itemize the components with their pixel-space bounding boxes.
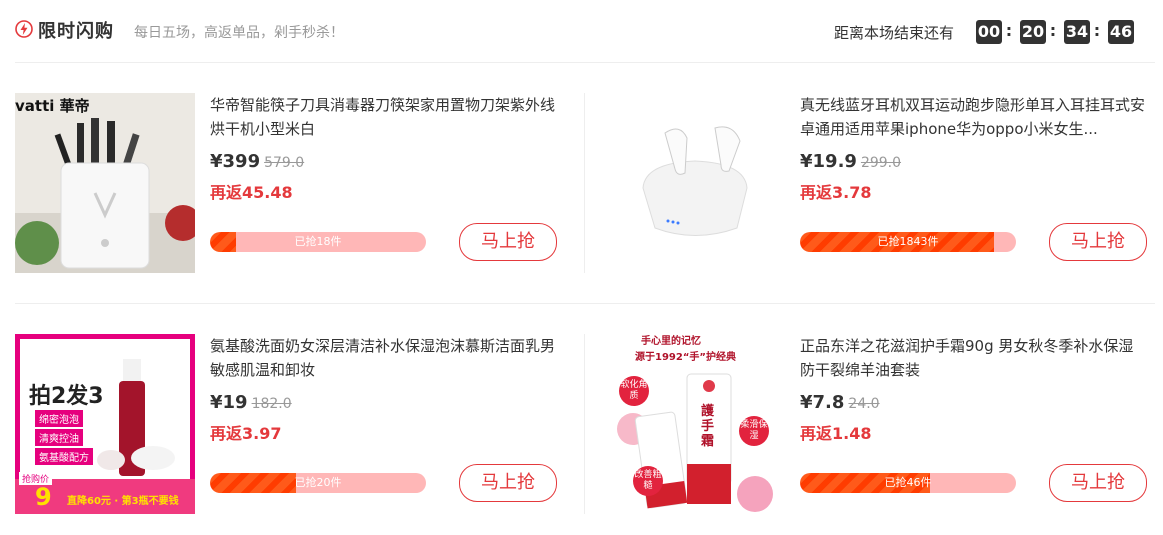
product-price: ¥19.9 299.0 xyxy=(800,151,901,172)
countdown-separator: : xyxy=(1093,21,1101,40)
product-card[interactable]: 真无线蓝牙耳机双耳运动跑步隐形单耳入耳挂耳式安卓通用适用苹果iphone华为op… xyxy=(605,93,1163,275)
product-price: ¥19 182.0 xyxy=(210,392,292,413)
countdown-label: 距离本场结束还有 xyxy=(834,24,955,42)
promo-bottom-text: 直降60元 · 第3瓶不要钱 xyxy=(67,496,179,507)
sold-count: 已抢20件 xyxy=(294,476,342,489)
product-price: ¥7.8 24.0 xyxy=(800,392,880,413)
product-name[interactable]: 真无线蓝牙耳机双耳运动跑步隐形单耳入耳挂耳式安卓通用适用苹果iphone华为op… xyxy=(800,93,1145,141)
rebate-amount: 再返1.48 xyxy=(800,424,872,443)
product-price: ¥399 579.0 xyxy=(210,151,304,172)
promo-badge: 改善粗糙 xyxy=(633,466,663,496)
countdown-separator: : xyxy=(1005,21,1013,40)
promo-badge: 软化角质 xyxy=(619,376,649,406)
original-price: 579.0 xyxy=(264,155,305,171)
promo-price: 9 xyxy=(35,483,52,511)
promo-tag: 绵密泡泡 xyxy=(35,410,83,427)
sold-count: 已抢46件 xyxy=(884,476,932,489)
column-divider xyxy=(584,93,585,273)
current-price: ¥19 xyxy=(210,392,248,413)
sold-count: 已抢1843件 xyxy=(877,235,939,248)
countdown-hours: 00 xyxy=(976,20,1002,44)
current-price: ¥399 xyxy=(210,151,261,172)
countdown-seconds: 34 xyxy=(1064,20,1090,44)
original-price: 182.0 xyxy=(251,396,292,412)
product-name[interactable]: 氨基酸洗面奶女深层清洁补水保湿泡沫慕斯洁面乳男敏感肌温和卸妆 xyxy=(210,334,555,382)
promo-tag: 清爽控油 xyxy=(35,429,83,446)
product-image[interactable]: vatti 華帝 xyxy=(15,93,195,273)
product-image[interactable]: 手心里的记忆 源于1992“手”护经典 软化角质 柔滑保湿 改善粗糙 護手霜 xyxy=(605,334,785,514)
product-card[interactable]: vatti 華帝 华帝智能筷子刀具消毒器刀筷架家用置物刀架紫外线烘干机小型米白 … xyxy=(15,93,575,275)
product-image[interactable] xyxy=(605,93,785,273)
section-subtitle: 每日五场，高返单品，剁手秒杀！ xyxy=(134,25,344,41)
column-divider xyxy=(584,334,585,514)
product-card[interactable]: 手心里的记忆 源于1992“手”护经典 软化角质 柔滑保湿 改善粗糙 護手霜 正… xyxy=(605,334,1163,516)
row-divider xyxy=(15,303,1155,304)
current-price: ¥7.8 xyxy=(800,392,845,413)
rebate-amount: 再返3.78 xyxy=(800,183,872,202)
countdown-separator: : xyxy=(1049,21,1057,40)
header-divider xyxy=(15,62,1155,63)
promo-line-1: 手心里的记忆 xyxy=(641,336,701,347)
buy-now-button[interactable]: 马上抢 xyxy=(459,223,557,261)
original-price: 24.0 xyxy=(848,396,880,412)
promo-line-2: 源于1992“手”护经典 xyxy=(635,352,736,363)
buy-now-button[interactable]: 马上抢 xyxy=(459,464,557,502)
section-title: 限时闪购 xyxy=(38,21,114,42)
original-price: 299.0 xyxy=(860,155,902,171)
sold-progress-bar: 已抢1843件 xyxy=(800,232,1016,252)
sold-progress-bar: 已抢18件 xyxy=(210,232,426,252)
product-card[interactable]: 拍2发3 绵密泡泡 清爽控油 氨基酸配方 抢购价 9 直降60元 · 第3瓶不要… xyxy=(15,334,575,516)
sold-progress-bar: 已抢20件 xyxy=(210,473,426,493)
product-name[interactable]: 正品东洋之花滋润护手霜90g 男女秋冬季补水保湿防干裂绵羊油套装 xyxy=(800,334,1145,382)
rebate-amount: 再返3.97 xyxy=(210,424,282,443)
product-image[interactable]: 拍2发3 绵密泡泡 清爽控油 氨基酸配方 抢购价 9 直降60元 · 第3瓶不要… xyxy=(15,334,195,514)
promo-badge: 柔滑保湿 xyxy=(739,416,769,446)
brand-logo: vatti 華帝 xyxy=(15,97,90,115)
sold-count: 已抢18件 xyxy=(294,235,342,248)
sold-progress-bar: 已抢46件 xyxy=(800,473,1016,493)
buy-now-button[interactable]: 马上抢 xyxy=(1049,464,1147,502)
buy-now-button[interactable]: 马上抢 xyxy=(1049,223,1147,261)
rebate-amount: 再返45.48 xyxy=(210,183,293,202)
countdown-centiseconds: 46 xyxy=(1108,20,1134,44)
promo-tag: 氨基酸配方 xyxy=(35,448,93,465)
tube-label: 護手霜 xyxy=(701,404,715,449)
countdown-minutes: 20 xyxy=(1020,20,1046,44)
flash-sale-header: 限时闪购 每日五场，高返单品，剁手秒杀！ 距离本场结束还有 00 : 20 : … xyxy=(0,0,1163,62)
product-name[interactable]: 华帝智能筷子刀具消毒器刀筷架家用置物刀架紫外线烘干机小型米白 xyxy=(210,93,555,141)
lightning-icon xyxy=(15,20,33,38)
current-price: ¥19.9 xyxy=(800,151,857,172)
promo-headline: 拍2发3 xyxy=(29,384,104,409)
